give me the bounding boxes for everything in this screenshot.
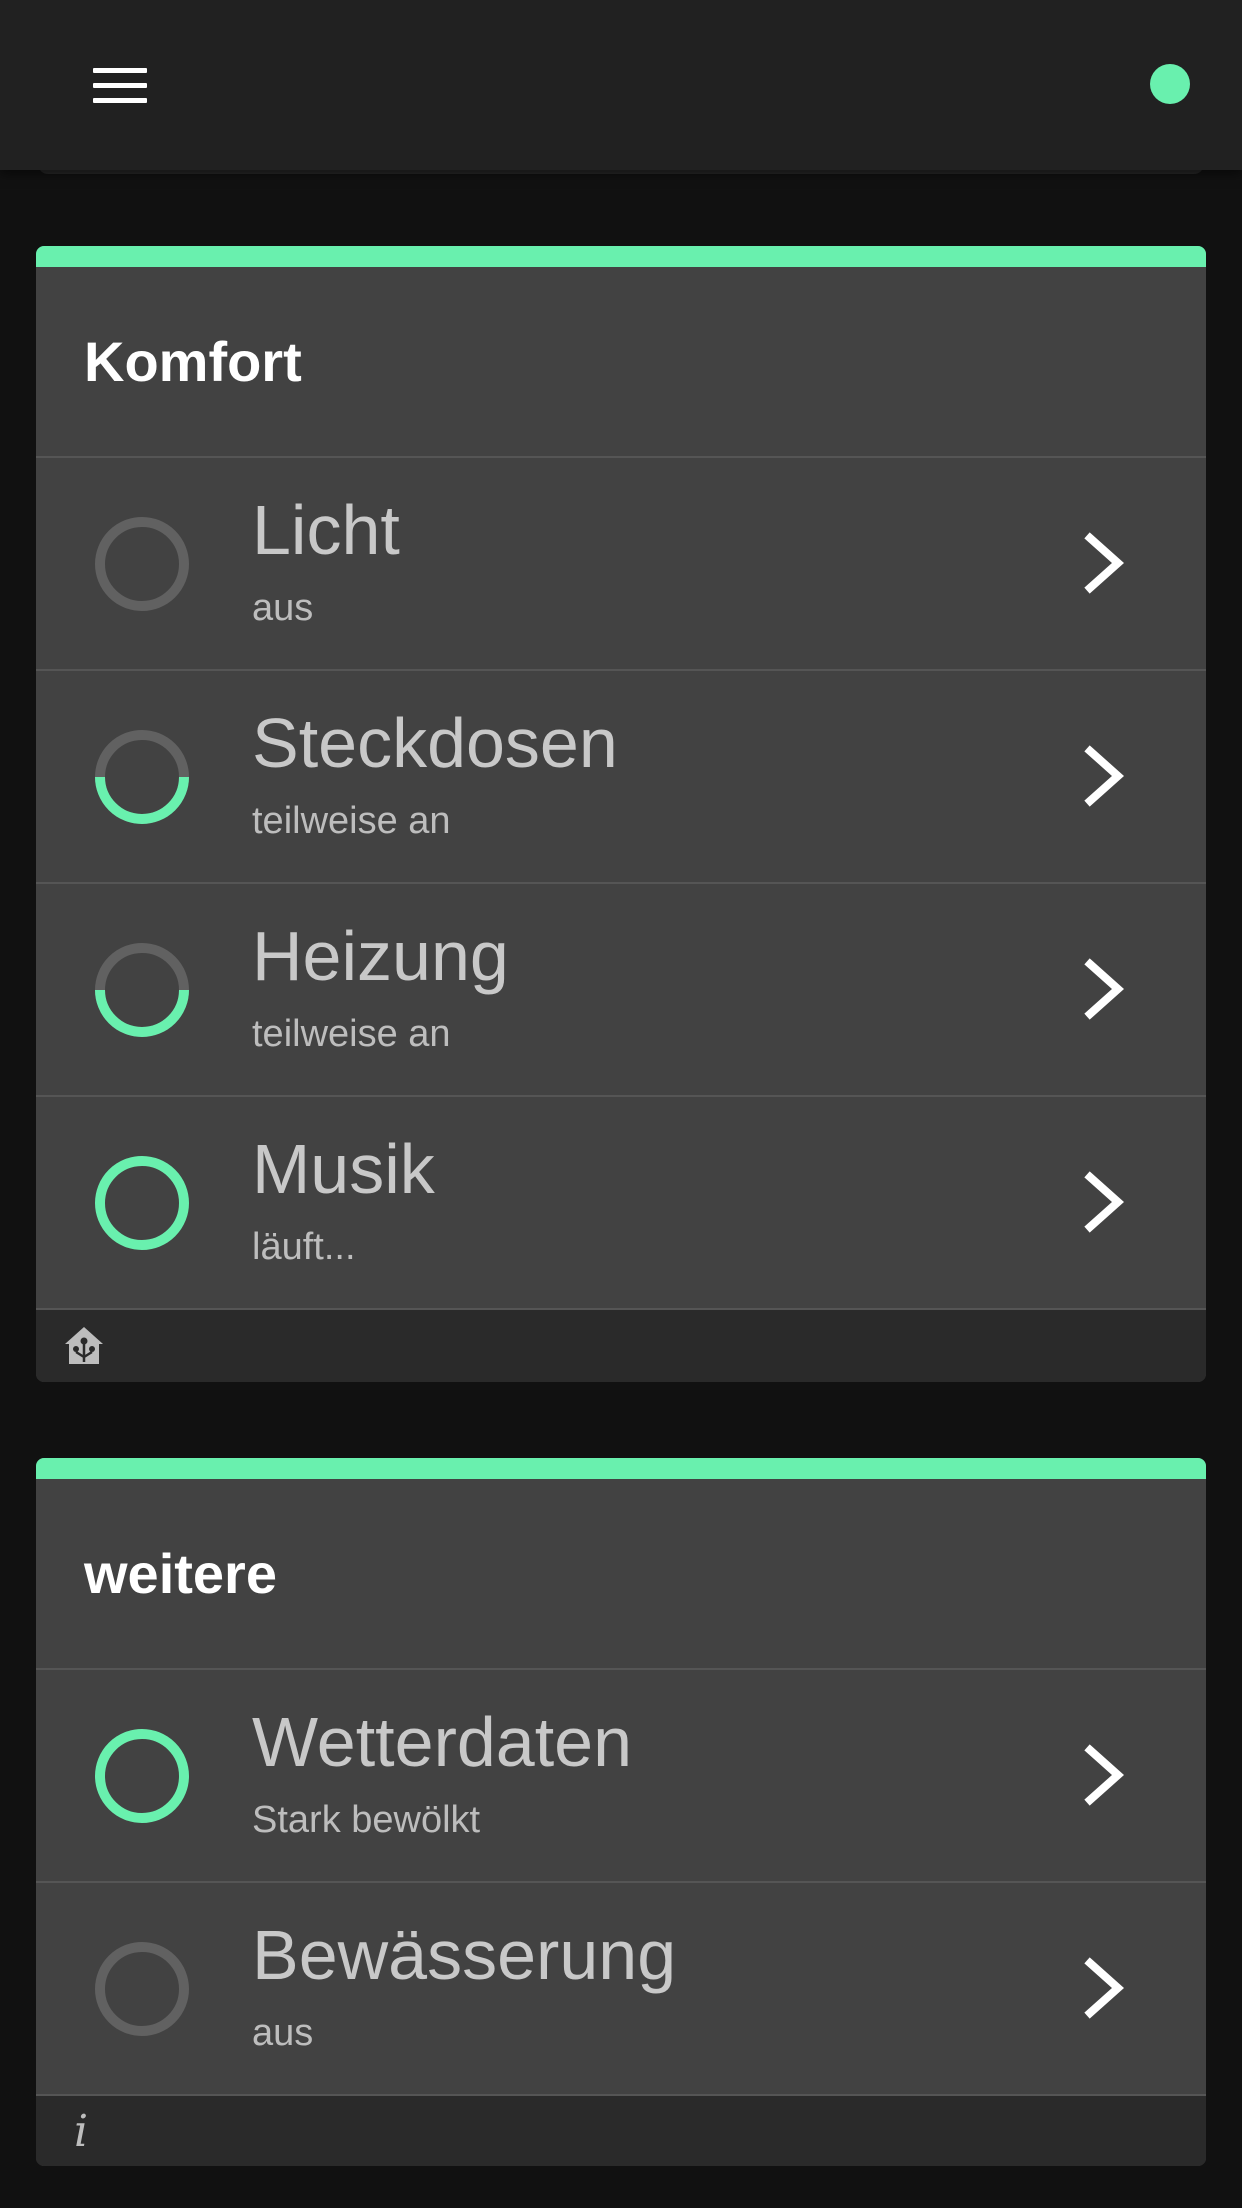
ring-track bbox=[95, 1729, 189, 1823]
home-assistant-icon[interactable] bbox=[62, 1324, 106, 1368]
row-label: Licht bbox=[252, 491, 400, 569]
chevron-right-icon bbox=[1084, 958, 1125, 1020]
status-ring-icon bbox=[95, 1156, 189, 1250]
ring-track bbox=[95, 1942, 189, 2036]
menu-line bbox=[93, 97, 147, 103]
chevron-right-icon bbox=[1084, 532, 1125, 594]
list-item-heizung[interactable]: Heizung teilweise an bbox=[36, 884, 1206, 1097]
ring-progress-arc bbox=[95, 776, 189, 824]
row-status: aus bbox=[252, 587, 314, 629]
card-komfort: Komfort Licht aus Steckdosen teilweise a… bbox=[36, 246, 1206, 1382]
chevron-right-icon bbox=[1084, 1957, 1125, 2019]
top-app-bar bbox=[0, 0, 1242, 170]
ring-track bbox=[95, 1156, 189, 1250]
row-label: Wetterdaten bbox=[252, 1703, 633, 1781]
row-status: aus bbox=[252, 2012, 314, 2054]
list-item-musik[interactable]: Musik läuft... bbox=[36, 1097, 1206, 1310]
card-accent-bar bbox=[36, 1458, 1206, 1479]
connection-status-dot bbox=[1150, 64, 1190, 104]
list-item-bewaesserung[interactable]: Bewässerung aus bbox=[36, 1883, 1206, 2096]
chevron-right-icon bbox=[1084, 745, 1125, 807]
card-footer bbox=[36, 1310, 1206, 1382]
ring-progress-arc bbox=[95, 989, 189, 1037]
menu-line bbox=[93, 67, 147, 73]
card-title: weitere bbox=[84, 1542, 277, 1605]
row-label: Bewässerung bbox=[252, 1916, 677, 1994]
row-label: Heizung bbox=[252, 917, 509, 995]
status-ring-icon bbox=[95, 1942, 189, 2036]
status-ring-icon bbox=[95, 943, 189, 1037]
card-weitere: weitere Wetterdaten Stark bewölkt Bewäss… bbox=[36, 1458, 1206, 2166]
row-status: läuft... bbox=[252, 1226, 356, 1268]
list-item-wetterdaten[interactable]: Wetterdaten Stark bewölkt bbox=[36, 1670, 1206, 1883]
status-ring-icon bbox=[95, 730, 189, 824]
card-header: weitere bbox=[36, 1479, 1206, 1670]
row-status: Stark bewölkt bbox=[252, 1799, 481, 1841]
hamburger-menu-icon[interactable] bbox=[72, 50, 168, 120]
row-label: Steckdosen bbox=[252, 704, 618, 782]
info-icon[interactable]: i bbox=[74, 2106, 88, 2158]
list-item-licht[interactable]: Licht aus bbox=[36, 458, 1206, 671]
row-status: teilweise an bbox=[252, 800, 451, 842]
card-header: Komfort bbox=[36, 267, 1206, 458]
card-footer: i bbox=[36, 2096, 1206, 2166]
row-label: Musik bbox=[252, 1130, 435, 1208]
card-accent-bar bbox=[36, 246, 1206, 267]
menu-line bbox=[93, 82, 147, 88]
chevron-right-icon bbox=[1084, 1171, 1125, 1233]
ring-track bbox=[95, 517, 189, 611]
row-status: teilweise an bbox=[252, 1013, 451, 1055]
status-ring-icon bbox=[95, 517, 189, 611]
card-title: Komfort bbox=[84, 330, 302, 393]
chevron-right-icon bbox=[1084, 1744, 1125, 1806]
list-item-steckdosen[interactable]: Steckdosen teilweise an bbox=[36, 671, 1206, 884]
status-ring-icon bbox=[95, 1729, 189, 1823]
